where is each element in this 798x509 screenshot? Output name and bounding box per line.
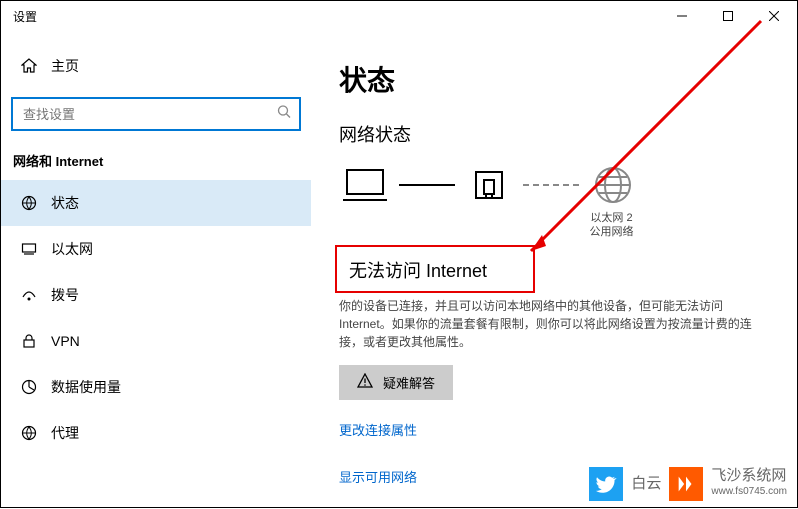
description-text: 你的设备已连接，并且可以访问本地网络中的其他设备，但可能无法访问 Interne… <box>339 297 759 351</box>
proxy-icon <box>19 425 39 441</box>
nav-vpn[interactable]: VPN <box>1 318 311 364</box>
adapter-labels: 以太网 2 公用网络 <box>454 211 769 239</box>
dialup-icon <box>19 287 39 303</box>
status-icon <box>19 195 39 211</box>
maximize-icon <box>723 11 733 21</box>
nav-label: 状态 <box>51 193 79 213</box>
highlight-box: 无法访问 Internet <box>335 245 535 293</box>
network-type: 公用网络 <box>454 225 769 239</box>
home-label: 主页 <box>51 56 79 76</box>
nav-label: 数据使用量 <box>51 377 121 397</box>
ethernet-icon <box>19 241 39 257</box>
troubleshoot-label: 疑难解答 <box>383 373 435 392</box>
data-usage-icon <box>19 379 39 395</box>
section-title: 网络状态 <box>339 121 769 147</box>
home-icon <box>19 58 39 74</box>
watermark: 白云 飞沙系统网 www.fs0745.com <box>589 467 787 501</box>
sidebar: 主页 网络和 Internet 状态 以太网 <box>1 31 311 507</box>
warning-icon <box>357 373 373 392</box>
troubleshoot-button[interactable]: 疑难解答 <box>339 365 453 400</box>
nav-label: 以太网 <box>51 239 93 259</box>
window-title: 设置 <box>13 8 37 25</box>
nav-proxy[interactable]: 代理 <box>1 410 311 456</box>
globe-icon <box>587 165 639 205</box>
no-internet-text: 无法访问 Internet <box>349 257 521 283</box>
bird-icon <box>589 467 623 501</box>
nav-data-usage[interactable]: 数据使用量 <box>1 364 311 410</box>
category-title: 网络和 Internet <box>1 131 311 180</box>
adapter-name: 以太网 2 <box>454 211 769 225</box>
minimize-icon <box>677 11 687 21</box>
search-input[interactable] <box>11 97 301 131</box>
search-icon <box>277 105 291 124</box>
close-button[interactable] <box>751 1 797 31</box>
home-nav[interactable]: 主页 <box>1 43 311 89</box>
watermark-feisha: 飞沙系统网 www.fs0745.com <box>711 468 787 500</box>
window-controls <box>659 1 797 31</box>
connection-line-solid <box>399 184 455 186</box>
nav-label: VPN <box>51 333 80 349</box>
vpn-icon <box>19 333 39 349</box>
page-title: 状态 <box>339 59 769 99</box>
arrows-icon <box>669 467 703 501</box>
network-diagram <box>339 165 769 205</box>
minimize-button[interactable] <box>659 1 705 31</box>
main-content: 状态 网络状态 以太网 2 公用网络 无法访问 Internet 你的设备已连接… <box>311 31 797 507</box>
titlebar: 设置 <box>1 1 797 31</box>
pc-icon <box>339 168 391 202</box>
nav-label: 代理 <box>51 423 79 443</box>
watermark-baiyun: 白云 <box>631 476 661 492</box>
nav-dialup[interactable]: 拨号 <box>1 272 311 318</box>
close-icon <box>769 11 779 21</box>
connection-line-dashed <box>523 184 579 186</box>
nav-ethernet[interactable]: 以太网 <box>1 226 311 272</box>
maximize-button[interactable] <box>705 1 751 31</box>
adapter-icon <box>463 168 515 202</box>
nav-label: 拨号 <box>51 285 79 305</box>
nav-status[interactable]: 状态 <box>1 180 311 226</box>
change-properties-link[interactable]: 更改连接属性 <box>339 420 769 439</box>
